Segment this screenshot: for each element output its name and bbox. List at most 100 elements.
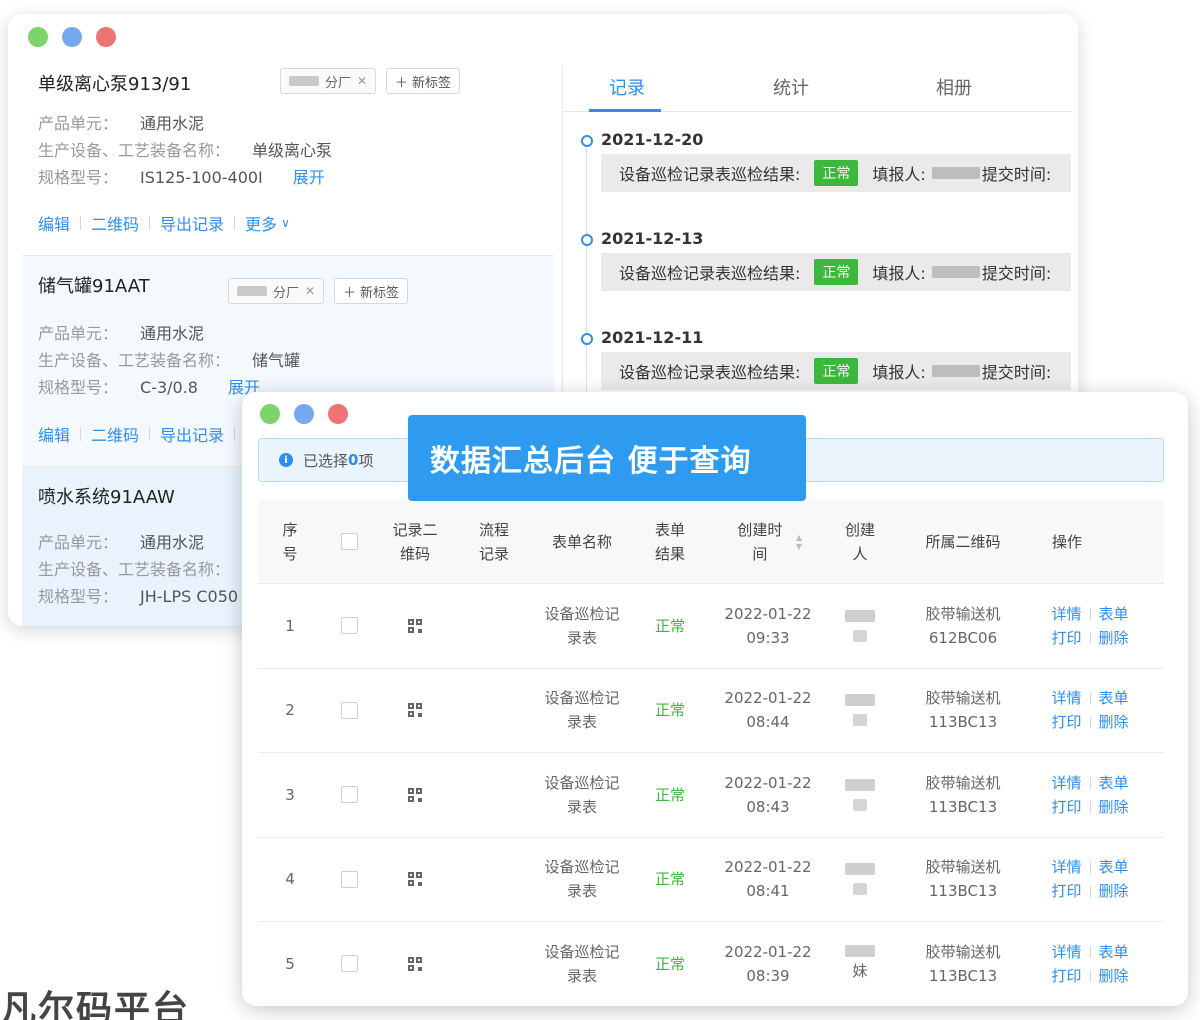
- print-link[interactable]: 打印: [1051, 629, 1081, 647]
- close-icon[interactable]: ✕: [357, 74, 367, 88]
- timeline-record[interactable]: 设备巡检记录表巡检结果: 正常 填报人: 提交时间:: [601, 253, 1071, 291]
- form-link[interactable]: 表单: [1099, 605, 1129, 623]
- qrcode-icon[interactable]: [408, 618, 422, 633]
- redacted-text: [289, 76, 319, 86]
- factory-tag[interactable]: 分厂 ✕: [280, 68, 377, 94]
- new-tag-button[interactable]: ＋ 新标签: [334, 278, 409, 304]
- close-dot[interactable]: [96, 27, 116, 47]
- field-label: 生产设备、工艺装备名称：: [38, 141, 231, 160]
- detail-link[interactable]: 详情: [1051, 605, 1081, 623]
- created-time: 2022-01-22 08:43: [718, 753, 818, 837]
- owner-id: 113BC13: [928, 713, 998, 732]
- export-records-link[interactable]: 导出记录: [160, 211, 224, 235]
- tab-album[interactable]: 相册: [936, 74, 972, 100]
- minimize-dot[interactable]: [294, 404, 314, 424]
- timeline-record[interactable]: 设备巡检记录表巡检结果: 正常 填报人: 提交时间:: [601, 352, 1071, 390]
- owner-qrcode: 胶带输送机 113BC13: [908, 838, 1018, 922]
- record-qrcode[interactable]: [388, 584, 442, 668]
- delete-link[interactable]: 删除: [1099, 967, 1129, 985]
- record-qrcode[interactable]: [388, 669, 442, 753]
- delete-link[interactable]: 删除: [1099, 798, 1129, 816]
- table-row[interactable]: 4 设备巡检记录表 正常 2022-01-22 08:41 胶带输送机 113BC1…: [258, 838, 1164, 922]
- redacted-text: [237, 286, 267, 296]
- form-name: 设备巡检记录表: [544, 773, 620, 816]
- factory-tag[interactable]: 分厂 ✕: [228, 278, 325, 304]
- field-label: 规格型号：: [38, 587, 119, 606]
- form-result: 正常: [654, 870, 685, 889]
- detail-link[interactable]: 详情: [1051, 858, 1081, 876]
- row-select[interactable]: [334, 922, 364, 1006]
- more-link[interactable]: 更多: [245, 211, 277, 235]
- chevron-down-icon[interactable]: ∨: [281, 216, 290, 230]
- new-tag-button[interactable]: ＋ 新标签: [386, 68, 461, 94]
- maximize-dot[interactable]: [28, 27, 48, 47]
- plus-icon: ＋: [395, 75, 409, 91]
- qrcode-icon[interactable]: [408, 872, 422, 887]
- table-row[interactable]: 2 设备巡检记录表 正常 2022-01-22 08:44 胶带输送机 113BC1…: [258, 669, 1164, 753]
- row-select[interactable]: [334, 838, 364, 922]
- table-row[interactable]: 5 设备巡检记录表 正常 2022-01-22 08:39 妹 胶带输送机 113B…: [258, 922, 1164, 1006]
- qrcode-link[interactable]: 二维码: [91, 422, 139, 446]
- expand-link[interactable]: 展开: [293, 168, 325, 187]
- header-created-time[interactable]: 创建时间 ▲ ▼: [718, 500, 818, 583]
- tab-statistics[interactable]: 统计: [773, 74, 809, 100]
- edit-link[interactable]: 编辑: [38, 211, 70, 235]
- row-index: 5: [285, 954, 295, 973]
- row-checkbox[interactable]: [340, 617, 358, 635]
- row-checkbox[interactable]: [340, 701, 358, 719]
- row-checkbox[interactable]: [340, 786, 358, 804]
- selection-suffix: 项: [358, 451, 374, 470]
- detail-link[interactable]: 详情: [1051, 689, 1081, 707]
- maximize-dot[interactable]: [260, 404, 280, 424]
- tab-records[interactable]: 记录: [609, 74, 645, 100]
- print-link[interactable]: 打印: [1051, 798, 1081, 816]
- close-dot[interactable]: [328, 404, 348, 424]
- qrcode-link[interactable]: 二维码: [91, 211, 139, 235]
- header-select-all[interactable]: [334, 500, 364, 583]
- print-link[interactable]: 打印: [1051, 882, 1081, 900]
- field-model: 规格型号： IS125-100-400I 展开: [38, 164, 325, 188]
- equipment-card[interactable]: 单级离心泵913/91 分厂 ✕ ＋ 新标签 产品单元： 通用水泥 生产设备、工艺…: [22, 54, 554, 254]
- created-time: 2022-01-22 09:33: [718, 584, 818, 668]
- row-checkbox[interactable]: [340, 955, 358, 973]
- timeline-record[interactable]: 设备巡检记录表巡检结果: 正常 填报人: 提交时间:: [601, 154, 1071, 192]
- table-row[interactable]: 3 设备巡检记录表 正常 2022-01-22 08:43 胶带输送机 113BC1…: [258, 753, 1164, 838]
- export-records-link[interactable]: 导出记录: [160, 422, 224, 446]
- row-checkbox[interactable]: [340, 870, 358, 888]
- detail-link[interactable]: 详情: [1051, 774, 1081, 792]
- edit-link[interactable]: 编辑: [38, 422, 70, 446]
- field-equipment-name: 生产设备、工艺装备名称： 储气罐: [38, 347, 300, 371]
- delete-link[interactable]: 删除: [1099, 629, 1129, 647]
- select-all-checkbox[interactable]: [340, 533, 358, 550]
- table-row[interactable]: 1 设备巡检记录表 正常 2022-01-22 09:33 胶带输送机 612BC0…: [258, 584, 1164, 669]
- delete-link[interactable]: 删除: [1099, 713, 1129, 731]
- detail-link[interactable]: 详情: [1051, 943, 1081, 961]
- form-link[interactable]: 表单: [1099, 858, 1129, 876]
- form-link[interactable]: 表单: [1099, 774, 1129, 792]
- row-select[interactable]: [334, 584, 364, 668]
- record-qrcode[interactable]: [388, 838, 442, 922]
- header-owner-qrcode: 所属二维码: [925, 532, 1001, 551]
- creator: [838, 584, 882, 668]
- filler-label: 填报人:: [872, 165, 926, 184]
- sort-icon[interactable]: ▲ ▼: [796, 533, 802, 551]
- field-label: 产品单元：: [38, 533, 119, 552]
- qrcode-icon[interactable]: [408, 956, 422, 971]
- qrcode-icon[interactable]: [408, 703, 422, 718]
- form-link[interactable]: 表单: [1099, 689, 1129, 707]
- row-select[interactable]: [334, 753, 364, 837]
- record-text: 设备巡检记录表巡检结果:: [619, 165, 801, 184]
- minimize-dot[interactable]: [62, 27, 82, 47]
- print-link[interactable]: 打印: [1051, 967, 1081, 985]
- equipment-title: 喷水系统91AAW: [38, 487, 175, 508]
- print-link[interactable]: 打印: [1051, 713, 1081, 731]
- record-qrcode[interactable]: [388, 922, 442, 1006]
- qrcode-icon[interactable]: [408, 787, 422, 802]
- close-icon[interactable]: ✕: [305, 284, 315, 298]
- delete-link[interactable]: 删除: [1099, 882, 1129, 900]
- field-equipment-name: 生产设备、工艺装备名称：: [38, 556, 252, 580]
- form-link[interactable]: 表单: [1099, 943, 1129, 961]
- record-qrcode[interactable]: [388, 753, 442, 837]
- status-badge: 正常: [814, 160, 859, 186]
- row-select[interactable]: [334, 669, 364, 753]
